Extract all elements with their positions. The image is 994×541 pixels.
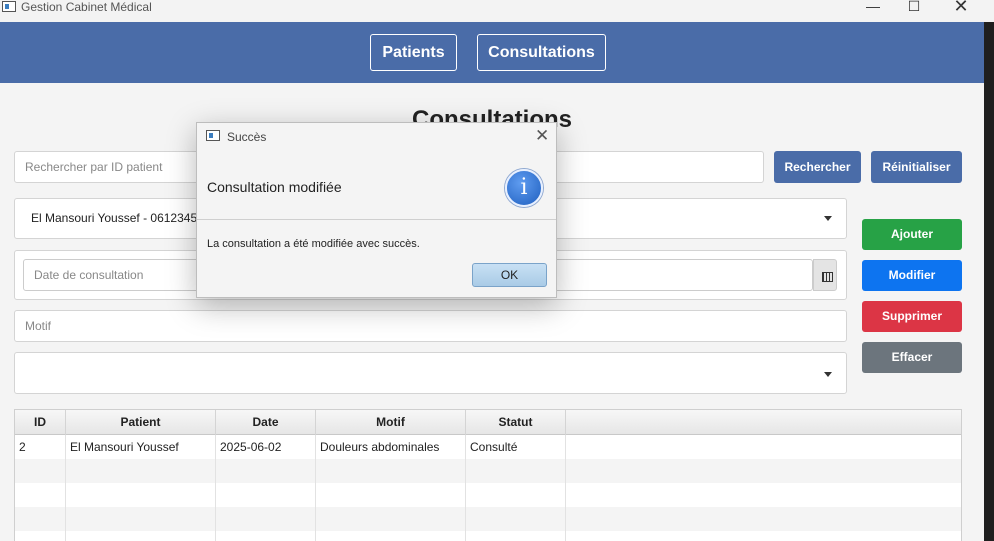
column-header-patient[interactable]: Patient	[66, 410, 216, 435]
dialog-header-text: Consultation modifiée	[207, 179, 342, 195]
window-titlebar: Gestion Cabinet Médical — ☐ ✕	[0, 0, 994, 22]
column-header-motif[interactable]: Motif	[316, 410, 466, 435]
status-select[interactable]	[14, 352, 847, 394]
nav-bar: Patients Consultations	[0, 22, 984, 83]
column-header-statut[interactable]: Statut	[466, 410, 566, 435]
close-icon[interactable]: ✕	[535, 126, 549, 146]
consultations-table[interactable]: ID Patient Date Motif Statut 2 El Mansou…	[14, 409, 962, 541]
cell-date: 2025-06-02	[216, 435, 316, 459]
dialog-title: Succès	[227, 130, 267, 144]
add-button[interactable]: Ajouter	[862, 219, 962, 250]
nav-consultations-button[interactable]: Consultations	[477, 34, 606, 71]
close-icon[interactable]: ✕	[946, 0, 976, 16]
window-edge	[984, 22, 994, 541]
table-header: ID Patient Date Motif Statut	[15, 410, 961, 435]
motif-input[interactable]: Motif	[14, 310, 847, 342]
app-icon	[206, 130, 220, 141]
chevron-down-icon	[824, 372, 832, 377]
search-button[interactable]: Rechercher	[774, 151, 861, 183]
ok-button[interactable]: OK	[472, 263, 547, 287]
calendar-icon[interactable]	[813, 259, 837, 291]
app-icon	[2, 1, 16, 12]
chevron-down-icon	[824, 216, 832, 221]
cell-id: 2	[15, 435, 66, 459]
patient-select-value: El Mansouri Youssef - 06123456	[31, 211, 204, 225]
modify-button[interactable]: Modifier	[862, 260, 962, 291]
cell-statut: Consulté	[466, 435, 566, 459]
cell-patient: El Mansouri Youssef	[66, 435, 216, 459]
reset-button[interactable]: Réinitialiser	[871, 151, 962, 183]
minimize-icon[interactable]: —	[858, 0, 888, 16]
column-header-id[interactable]: ID	[15, 410, 66, 435]
table-row-empty	[15, 459, 961, 483]
delete-button[interactable]: Supprimer	[862, 301, 962, 332]
dialog-body: La consultation a été modifiée avec succ…	[197, 220, 556, 297]
table-row[interactable]: 2 El Mansouri Youssef 2025-06-02 Douleur…	[15, 435, 961, 459]
dialog-header: Succès ✕ Consultation modifiée i	[197, 123, 556, 220]
nav-patients-button[interactable]: Patients	[370, 34, 457, 71]
column-header-date[interactable]: Date	[216, 410, 316, 435]
info-icon: i	[505, 169, 543, 207]
table-row-empty	[15, 483, 961, 507]
maximize-icon[interactable]: ☐	[899, 0, 929, 16]
window-title: Gestion Cabinet Médical	[21, 0, 152, 14]
table-row-empty	[15, 507, 961, 531]
clear-button[interactable]: Effacer	[862, 342, 962, 373]
dialog-message: La consultation a été modifiée avec succ…	[207, 238, 420, 250]
table-row-empty	[15, 531, 961, 541]
cell-motif: Douleurs abdominales	[316, 435, 466, 459]
success-dialog: Succès ✕ Consultation modifiée i La cons…	[196, 122, 557, 298]
